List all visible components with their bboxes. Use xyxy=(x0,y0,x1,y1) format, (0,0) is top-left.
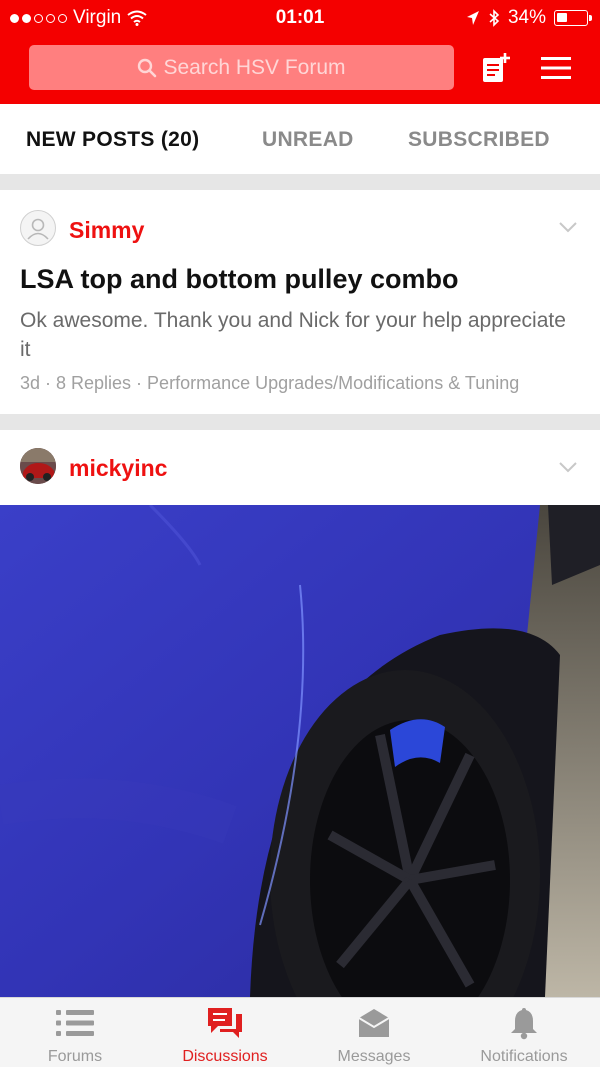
avatar[interactable] xyxy=(20,448,56,484)
post-author[interactable]: Simmy xyxy=(69,217,144,244)
bell-icon xyxy=(511,1008,537,1040)
post-title[interactable]: LSA top and bottom pulley combo xyxy=(20,264,458,295)
nav-label: Discussions xyxy=(182,1048,268,1065)
nav-discussions[interactable]: Discussions xyxy=(170,998,280,1067)
location-arrow-icon xyxy=(466,11,479,25)
new-post-button[interactable] xyxy=(478,50,514,86)
post-author[interactable]: mickyinc xyxy=(69,455,167,482)
user-photo xyxy=(20,448,56,484)
tab-bar: NEW POSTS (20) UNREAD SUBSCRIBED xyxy=(0,104,600,174)
avatar[interactable] xyxy=(20,210,56,246)
post-image[interactable] xyxy=(0,505,600,997)
nav-notifications[interactable]: Notifications xyxy=(466,998,582,1067)
tab-new-posts[interactable]: NEW POSTS (20) xyxy=(26,128,199,152)
search-icon xyxy=(138,58,157,77)
battery-icon xyxy=(554,10,592,26)
search-input[interactable]: Search HSV Forum xyxy=(29,45,454,90)
battery-level xyxy=(557,13,567,22)
menu-icon xyxy=(541,57,571,79)
status-bar: Virgin 01:01 34% xyxy=(0,0,600,36)
top-bar: Virgin 01:01 34% Search HSV Forum xyxy=(0,0,600,104)
bottom-nav: Forums Discussions Messages Notification… xyxy=(0,997,600,1067)
bluetooth-icon xyxy=(489,9,500,27)
nav-forums[interactable]: Forums xyxy=(25,998,125,1067)
new-post-icon xyxy=(483,53,510,82)
list-icon xyxy=(56,1010,94,1036)
chat-icon xyxy=(208,1008,242,1038)
nav-label: Forums xyxy=(47,1048,103,1065)
nav-label: Notifications xyxy=(480,1048,568,1065)
search-placeholder: Search HSV Forum xyxy=(163,55,346,79)
battery-percent: 34% xyxy=(507,7,546,28)
chevron-down-icon[interactable] xyxy=(558,220,578,234)
default-avatar-icon xyxy=(27,218,49,240)
post-card[interactable]: Simmy LSA top and bottom pulley combo Ok… xyxy=(0,190,600,414)
chevron-down-icon[interactable] xyxy=(558,460,578,474)
post-meta: 3d · 8 Replies · Performance Upgrades/Mo… xyxy=(20,373,520,393)
car-wheel-photo xyxy=(0,505,600,997)
post-card[interactable]: mickyinc xyxy=(0,430,600,505)
menu-button[interactable] xyxy=(538,50,574,86)
tab-unread[interactable]: UNREAD xyxy=(262,128,354,152)
tab-subscribed[interactable]: SUBSCRIBED xyxy=(408,128,550,152)
post-snippet: Ok awesome. Thank you and Nick for your … xyxy=(20,309,566,361)
envelope-icon xyxy=(358,1009,390,1037)
nav-messages[interactable]: Messages xyxy=(324,998,424,1067)
nav-label: Messages xyxy=(337,1048,411,1065)
